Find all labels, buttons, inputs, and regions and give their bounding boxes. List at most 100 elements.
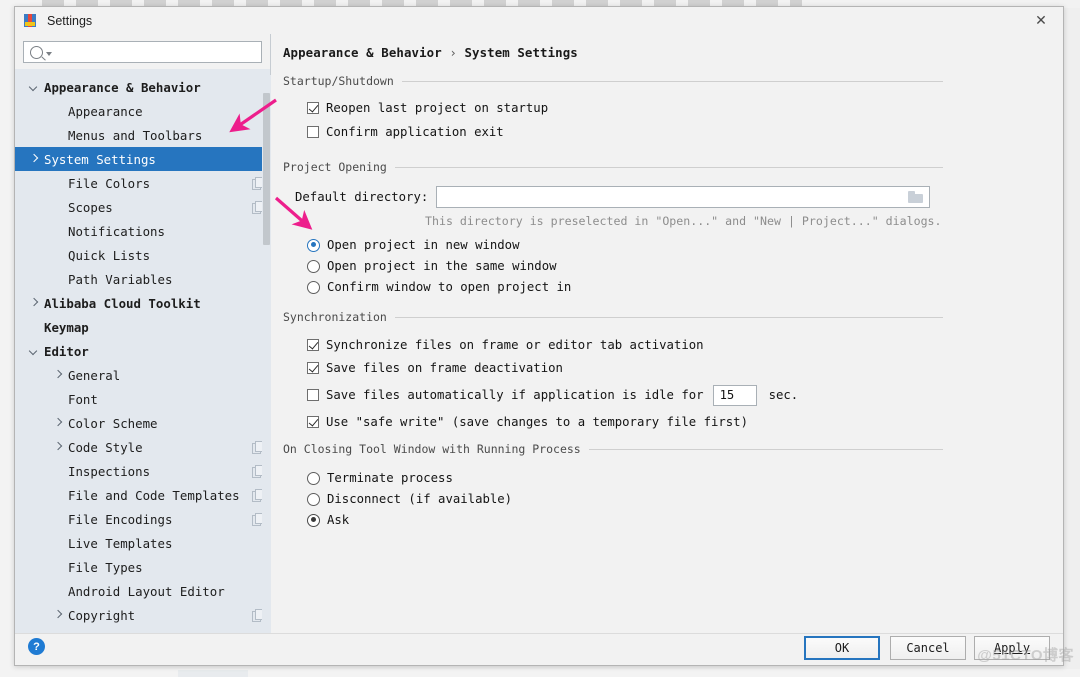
radio-dot[interactable]: [307, 238, 320, 252]
sidebar-item-keymap[interactable]: Keymap: [15, 315, 271, 339]
checkbox-label: Save files automatically if application …: [326, 388, 704, 402]
group-title-synchronization: Synchronization: [283, 310, 943, 324]
radio-disconnect[interactable]: Disconnect (if available): [307, 489, 943, 509]
sidebar-item-label: Inspections: [68, 463, 151, 479]
checkbox-box[interactable]: [307, 416, 319, 428]
chevron-down-icon[interactable]: [29, 346, 39, 356]
radio-dot[interactable]: [307, 492, 320, 506]
sidebar-item-system-settings[interactable]: System Settings: [15, 147, 271, 171]
checkbox-box[interactable]: [307, 362, 319, 374]
sidebar-item-file-encodings[interactable]: File Encodings: [15, 507, 271, 531]
idle-seconds-input[interactable]: 15: [712, 384, 757, 406]
radio-ask[interactable]: Ask: [307, 510, 943, 530]
settings-tree[interactable]: Appearance & Behavior Appearance Menus and…: [15, 75, 271, 636]
chevron-down-icon[interactable]: [46, 52, 52, 56]
checkbox-label: Synchronize files on frame or editor tab…: [326, 338, 704, 352]
sidebar-item-path-variables[interactable]: Path Variables: [15, 267, 271, 291]
ok-button[interactable]: OK: [804, 636, 880, 660]
dialog-body: Appearance & Behavior Appearance Menus and…: [15, 34, 1063, 636]
sidebar-item-editor[interactable]: Editor: [15, 339, 271, 363]
settings-dialog: Settings ✕ Appearance & Behavior Appearan…: [14, 6, 1064, 666]
sidebar-item-label: File Encodings: [68, 511, 173, 527]
sidebar-item-copyright[interactable]: Copyright: [15, 603, 271, 627]
search-area: [15, 34, 270, 69]
group-divider: [588, 448, 943, 450]
search-box[interactable]: [23, 41, 262, 63]
help-icon[interactable]: ?: [28, 638, 45, 655]
group-divider: [394, 316, 943, 318]
radio-open-project-new-window[interactable]: Open project in new window: [307, 235, 943, 255]
settings-main-panel: Appearance & Behavior › System Settings …: [271, 34, 1063, 636]
sidebar-item-menus-and-toolbars[interactable]: Menus and Toolbars: [15, 123, 271, 147]
checkbox-reopen-last-project[interactable]: Reopen last project on startup: [307, 98, 943, 118]
chevron-right-icon[interactable]: [53, 610, 63, 620]
sidebar-item-label: Notifications: [68, 223, 165, 239]
default-directory-input[interactable]: [436, 186, 931, 208]
sidebar-item-label: Keymap: [44, 319, 89, 335]
sidebar-item-alibaba-cloud-toolkit[interactable]: Alibaba Cloud Toolkit: [15, 291, 271, 315]
radio-label: Terminate process: [327, 471, 453, 485]
default-directory-field-row: Default directory:: [295, 186, 943, 208]
chevron-right-icon[interactable]: [29, 154, 39, 164]
sidebar-item-quick-lists[interactable]: Quick Lists: [15, 243, 271, 267]
idle-seconds-unit-label: sec.: [768, 388, 799, 402]
radio-dot[interactable]: [307, 471, 320, 485]
sidebar-scrollbar-thumb[interactable]: [263, 93, 270, 245]
sidebar-item-code-style[interactable]: Code Style: [15, 435, 271, 459]
radio-confirm-window-open-project[interactable]: Confirm window to open project in: [307, 277, 943, 297]
checkbox-synchronize-files[interactable]: Synchronize files on frame or editor tab…: [307, 335, 943, 355]
close-icon[interactable]: ✕: [1019, 7, 1063, 34]
sidebar-scrollbar-track[interactable]: [262, 75, 271, 636]
sidebar-item-appearance-behavior[interactable]: Appearance & Behavior: [15, 75, 271, 99]
chevron-right-icon[interactable]: [29, 298, 39, 308]
radio-terminate-process[interactable]: Terminate process: [307, 468, 943, 488]
checkbox-use-safe-write[interactable]: Use "safe write" (save changes to a temp…: [307, 412, 943, 432]
dialog-title: Settings: [47, 13, 93, 28]
sidebar-item-scopes[interactable]: Scopes: [15, 195, 271, 219]
sidebar-item-file-and-code-templates[interactable]: File and Code Templates: [15, 483, 271, 507]
radio-dot[interactable]: [307, 513, 320, 527]
sidebar-item-label: General: [68, 367, 121, 383]
chevron-down-icon[interactable]: [29, 82, 39, 92]
radio-label: Open project in the same window: [327, 259, 557, 273]
breadcrumb-parent[interactable]: Appearance & Behavior: [283, 45, 442, 60]
chevron-right-icon[interactable]: [53, 370, 63, 380]
sidebar-item-label: File Colors: [68, 175, 151, 191]
group-on-closing-tool-window: On Closing Tool Window with Running Proc…: [283, 442, 943, 530]
sidebar-item-notifications[interactable]: Notifications: [15, 219, 271, 243]
sidebar-item-live-templates[interactable]: Live Templates: [15, 531, 271, 555]
sidebar-item-appearance[interactable]: Appearance: [15, 99, 271, 123]
checkbox-confirm-application-exit[interactable]: Confirm application exit: [307, 122, 943, 142]
sidebar-item-color-scheme[interactable]: Color Scheme: [15, 411, 271, 435]
folder-icon[interactable]: [908, 191, 924, 203]
checkbox-box[interactable]: [307, 339, 319, 351]
sidebar-item-font[interactable]: Font: [15, 387, 271, 411]
radio-dot[interactable]: [307, 259, 320, 273]
checkbox-label: Save files on frame deactivation: [326, 361, 563, 375]
ide-bottom-edge: [0, 669, 1080, 677]
group-title-project-opening: Project Opening: [283, 160, 943, 174]
chevron-right-icon[interactable]: [53, 442, 63, 452]
radio-open-project-same-window[interactable]: Open project in the same window: [307, 256, 943, 276]
checkbox-box[interactable]: [307, 102, 319, 114]
sidebar-item-file-colors[interactable]: File Colors: [15, 171, 271, 195]
checkbox-label: Reopen last project on startup: [326, 101, 549, 115]
checkbox-box[interactable]: [307, 126, 319, 138]
checkbox-save-when-idle[interactable]: Save files automatically if application …: [307, 383, 943, 407]
checkbox-save-on-deactivation[interactable]: Save files on frame deactivation: [307, 358, 943, 378]
sidebar-item-file-types[interactable]: File Types: [15, 555, 271, 579]
sidebar-item-inspections[interactable]: Inspections: [15, 459, 271, 483]
sidebar-item-android-layout-editor[interactable]: Android Layout Editor: [15, 579, 271, 603]
radio-dot[interactable]: [307, 280, 320, 294]
sidebar-item-general[interactable]: General: [15, 363, 271, 387]
checkbox-box[interactable]: [307, 389, 319, 401]
cancel-button[interactable]: Cancel: [890, 636, 966, 660]
chevron-right-icon[interactable]: [53, 418, 63, 428]
search-input[interactable]: [57, 44, 251, 60]
default-directory-hint: This directory is preselected in "Open..…: [425, 214, 942, 228]
